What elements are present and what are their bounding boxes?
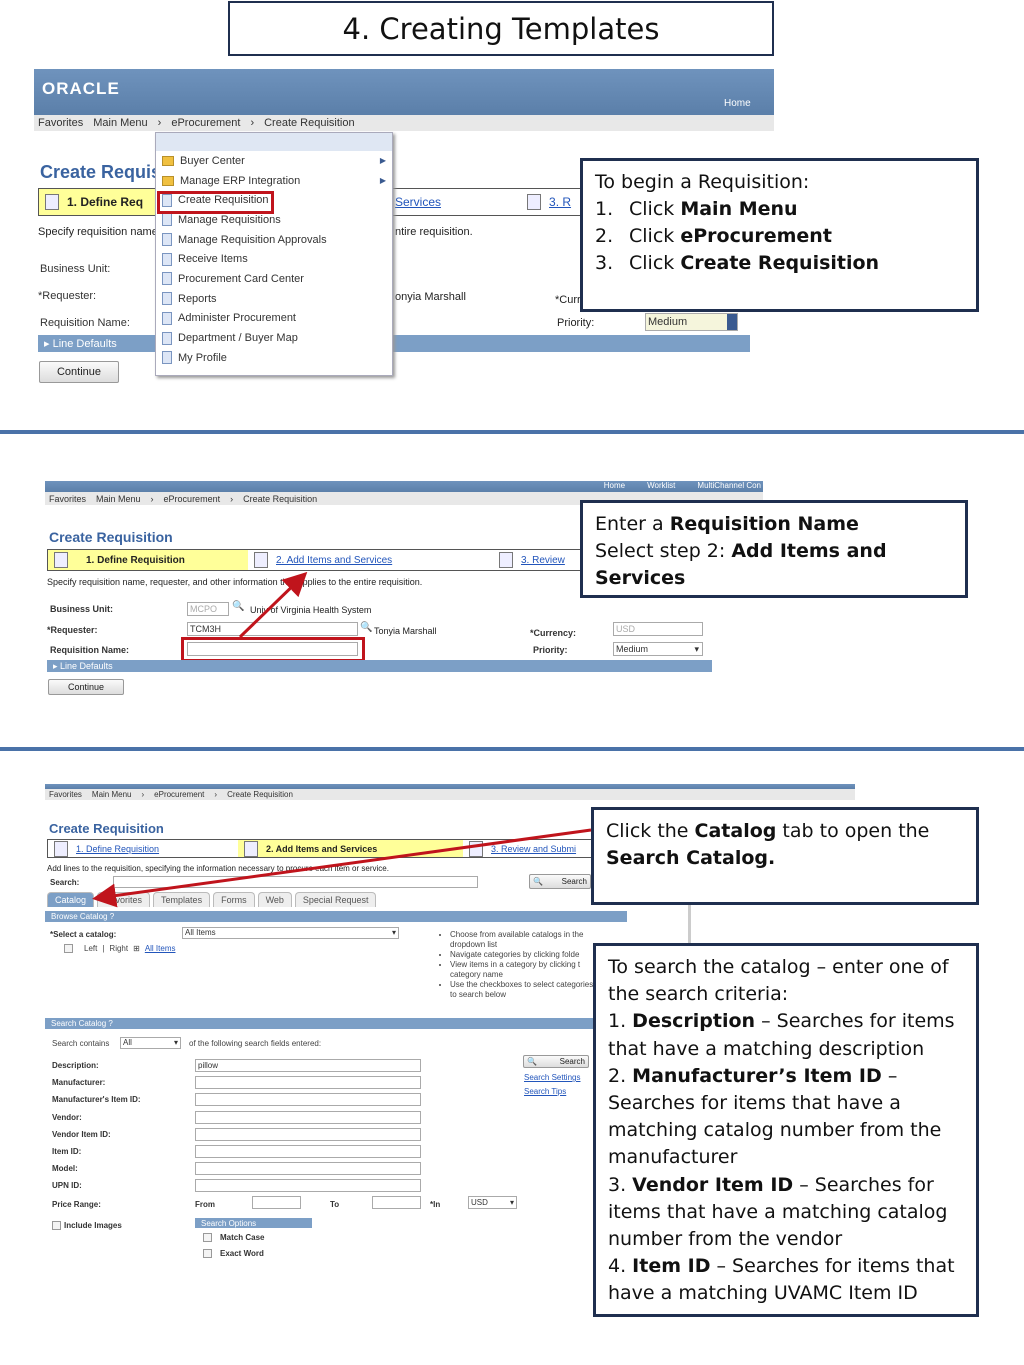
arrow-to-add-items xyxy=(238,571,308,639)
arrow-to-catalog-tab xyxy=(92,828,592,908)
annotation-arrows xyxy=(92,571,592,908)
